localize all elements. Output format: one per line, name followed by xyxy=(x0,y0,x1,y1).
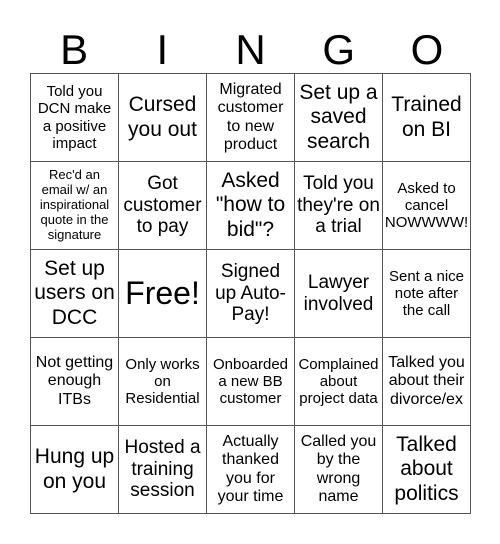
bingo-cell[interactable]: Migrated customer to new product xyxy=(207,74,295,162)
bingo-cell[interactable]: Hosted a training session xyxy=(119,426,207,514)
header-letter-g: G xyxy=(322,26,356,73)
bingo-cell[interactable]: Got customer to pay xyxy=(119,162,207,250)
bingo-grid: Told you DCN make a positive impact Curs… xyxy=(30,73,471,514)
bingo-cell[interactable]: Lawyer involved xyxy=(295,250,383,338)
bingo-cell[interactable]: Talked you about their divorce/ex xyxy=(383,338,471,426)
bingo-cell[interactable]: Sent a nice note after the call xyxy=(383,250,471,338)
bingo-cell[interactable]: Cursed you out xyxy=(119,74,207,162)
header-letter-b: B xyxy=(60,26,89,73)
bingo-cell[interactable]: Asked to cancel NOWWWW! xyxy=(383,162,471,250)
bingo-cell[interactable]: Not getting enough ITBs xyxy=(31,338,119,426)
bingo-cell-free[interactable]: Free! xyxy=(119,250,207,338)
bingo-cell[interactable]: Told you they're on a trial xyxy=(295,162,383,250)
bingo-cell[interactable]: Talked about politics xyxy=(383,426,471,514)
header-letter-o: O xyxy=(410,26,444,73)
header-letter-n: N xyxy=(235,26,266,73)
bingo-cell[interactable]: Onboarded a new BB customer xyxy=(207,338,295,426)
bingo-cell[interactable]: Set up a saved search xyxy=(295,74,383,162)
bingo-cell[interactable]: Set up users on DCC xyxy=(31,250,119,338)
bingo-cell[interactable]: Called you by the wrong name xyxy=(295,426,383,514)
bingo-cell[interactable]: Actually thanked you for your time xyxy=(207,426,295,514)
bingo-cell[interactable]: Only works on Residential xyxy=(119,338,207,426)
bingo-cell[interactable]: Complained about project data xyxy=(295,338,383,426)
bingo-cell[interactable]: Hung up on you xyxy=(31,426,119,514)
bingo-cell[interactable]: Signed up Auto-Pay! xyxy=(207,250,295,338)
bingo-cell[interactable]: Asked "how to bid"? xyxy=(207,162,295,250)
bingo-header: B I N G O xyxy=(30,26,471,73)
bingo-cell[interactable]: Trained on BI xyxy=(383,74,471,162)
bingo-cell[interactable]: Rec'd an email w/ an inspirational quote… xyxy=(31,162,119,250)
bingo-cell[interactable]: Told you DCN make a positive impact xyxy=(31,74,119,162)
header-letter-i: I xyxy=(156,26,169,73)
